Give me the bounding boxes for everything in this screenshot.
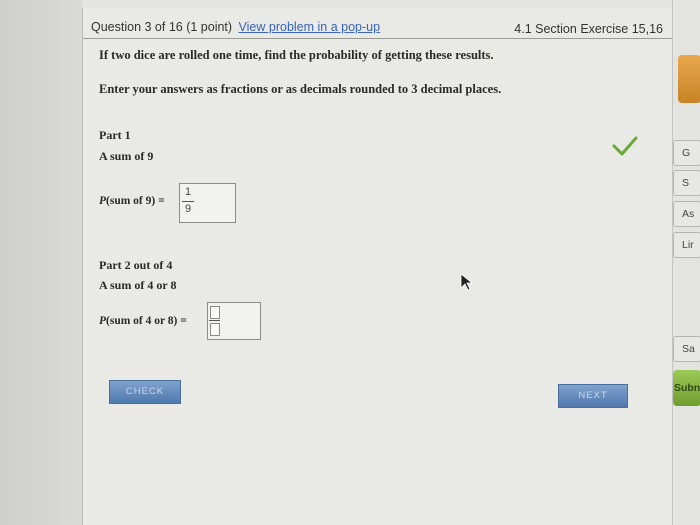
side-item-submit[interactable]: Subn [673,382,700,394]
mouse-cursor-icon [460,273,473,291]
part1-title: Part 1 [99,128,131,142]
section-label: 4.1 Section Exercise 15,16 [514,22,663,36]
left-margin [0,0,82,525]
side-item-4[interactable]: Lir [673,239,700,251]
question-panel: Question 3 of 16 (1 point) View problem … [82,8,674,525]
instruction-line-1: If two dice are rolled one time, find th… [99,48,494,62]
part2-numerator-input[interactable] [210,306,220,319]
side-item-5[interactable]: Sa [673,343,700,355]
part1-numerator[interactable]: 1 [183,186,193,198]
part1-eq-rest: (sum of 9) = [106,195,165,207]
question-number: Question 3 of 16 (1 point) View problem … [91,20,380,34]
instruction-line-2: Enter your answers as fractions or as de… [99,82,502,96]
part2-eq-p: P [99,315,107,327]
check-button[interactable]: CHECK [109,380,181,404]
next-button[interactable]: NEXT [558,384,628,408]
part1-eq-p: P [99,195,107,207]
header-divider [83,38,673,39]
part1-fraction-bar [182,201,194,202]
side-item-2[interactable]: S [673,177,700,189]
part1-denominator[interactable]: 9 [183,203,193,215]
side-item-1[interactable]: G [673,147,700,159]
part2-title: Part 2 out of 4 [99,258,173,272]
popup-link[interactable]: View problem in a pop-up [239,20,381,34]
side-item-3[interactable]: As [673,208,700,220]
part2-denominator-input[interactable] [210,323,220,336]
right-side-panel: G S As Lir Sa Subn [672,0,700,525]
part2-eq-rest: (sum of 4 or 8) = [106,315,187,327]
part2-equation: P(sum of 4 or 8) = [99,315,187,327]
question-label: Question 3 of 16 (1 point) [91,20,233,34]
part2-description: A sum of 4 or 8 [99,278,177,292]
part1-description: A sum of 9 [99,149,154,163]
part2-fraction-bar [209,320,220,321]
correct-check-icon [612,136,638,156]
part1-equation: P(sum of 9) = [99,195,165,207]
side-orange-tab[interactable] [678,55,700,103]
